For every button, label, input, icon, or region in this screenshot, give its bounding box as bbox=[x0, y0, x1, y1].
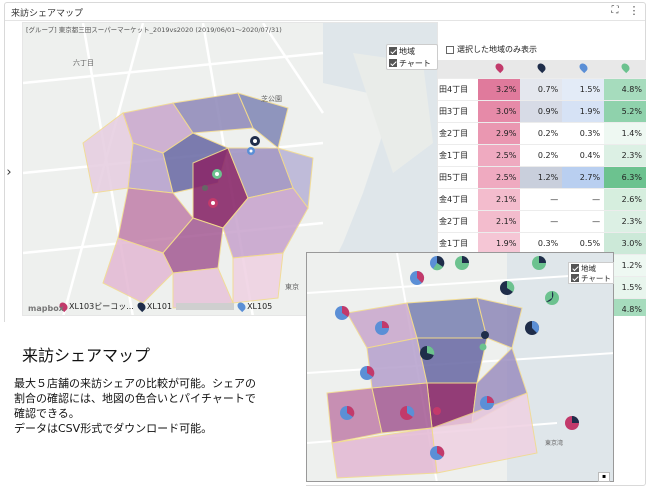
pin-icon bbox=[235, 300, 248, 312]
pin-icon bbox=[135, 300, 148, 312]
share-cell: 2.7% bbox=[562, 166, 605, 189]
share-cell: 0.2% bbox=[520, 144, 563, 167]
share-cell: 0.3% bbox=[562, 122, 605, 145]
share-cell: 0.4% bbox=[562, 144, 605, 167]
share-cell: — bbox=[562, 210, 605, 233]
checkbox-icon[interactable] bbox=[571, 274, 579, 282]
widget-header: 来訪シェアマップ ⛶ ⋮ bbox=[5, 3, 645, 21]
share-cell: 3.2% bbox=[478, 78, 521, 101]
checkbox-icon[interactable] bbox=[571, 264, 579, 272]
table-row[interactable]: 田3丁目 3.0% 0.9% 1.9% 5.2% bbox=[438, 100, 646, 123]
inset-map: 東京湾 bbox=[306, 252, 614, 482]
info-description: 最大５店舗の来訪シェアの比較が可能。シェアの 割合の確認には、地図の色合いとパイ… bbox=[14, 377, 256, 435]
table-row[interactable]: 金2丁目 2.9% 0.2% 0.3% 1.4% bbox=[438, 122, 646, 145]
area-name-cell: 田5丁目 bbox=[438, 166, 479, 189]
legend-item[interactable]: XL103ビーコッ... bbox=[57, 300, 134, 312]
inset-map-canvas: 東京湾 bbox=[307, 253, 613, 481]
column-header[interactable] bbox=[478, 60, 521, 79]
share-cell: 6.3% bbox=[604, 166, 646, 189]
table-header-row bbox=[438, 60, 646, 79]
share-cell: 2.9% bbox=[478, 122, 521, 145]
share-cell: 2.5% bbox=[478, 166, 521, 189]
table-row[interactable]: 金2丁目 2.1% — —2.3% bbox=[438, 210, 646, 233]
share-cell: 2.3% bbox=[604, 144, 646, 167]
checkbox-icon[interactable] bbox=[389, 47, 397, 55]
pin-icon bbox=[619, 62, 631, 74]
mapbox-logo: mapbox bbox=[28, 304, 64, 313]
share-cell: 0.3% bbox=[520, 232, 563, 255]
pin-icon bbox=[493, 62, 506, 74]
area-name-cell: 金1丁目 bbox=[438, 144, 479, 167]
widget-title: 来訪シェアマップ bbox=[11, 9, 84, 19]
map-label-park: 芝公園 bbox=[261, 94, 282, 103]
map-caption: [グループ] 東京都三田スーパーマーケット_2019vs2020 (2019/0… bbox=[26, 26, 282, 34]
store-legend: XL103ビーコッ... XL101 XL105 bbox=[57, 300, 320, 312]
share-cell: 0.2% bbox=[520, 122, 563, 145]
area-name-cell: 金1丁目 bbox=[438, 232, 479, 255]
table-row[interactable]: 金1丁目 2.5% 0.2% 0.4% 2.3% bbox=[438, 144, 646, 167]
share-cell: 1.9% bbox=[562, 100, 605, 123]
inset-corner-control[interactable]: ▪ bbox=[598, 472, 610, 482]
pin-icon bbox=[577, 62, 589, 74]
share-cell: 5.2% bbox=[604, 100, 646, 123]
layer-chart-toggle[interactable]: チャート bbox=[387, 57, 437, 69]
share-cell: 2.5% bbox=[478, 144, 521, 167]
legend-item[interactable]: XL105 bbox=[235, 300, 272, 312]
share-cell: 2.1% bbox=[478, 210, 521, 233]
only-selected-toggle[interactable]: 選択した地域のみ表示 bbox=[446, 44, 537, 55]
share-cell: 1.9% bbox=[478, 232, 521, 255]
area-name-cell: 金2丁目 bbox=[438, 122, 479, 145]
expand-icon[interactable]: ⛶ bbox=[609, 5, 621, 17]
inset-layer-toggle-box: 地域 チャート bbox=[568, 262, 614, 284]
area-name-cell: 田3丁目 bbox=[438, 100, 479, 123]
pin-icon bbox=[535, 62, 547, 74]
column-header[interactable] bbox=[604, 60, 646, 79]
more-menu-icon[interactable]: ⋮ bbox=[628, 4, 640, 18]
map-label-roppongi: 六丁目 bbox=[73, 58, 94, 67]
share-cell: 2.3% bbox=[604, 210, 646, 233]
legend-spacer bbox=[176, 302, 235, 310]
share-cell: — bbox=[520, 188, 563, 211]
column-header[interactable] bbox=[520, 60, 563, 79]
share-cell: 3.0% bbox=[604, 232, 646, 255]
share-cell: — bbox=[520, 210, 563, 233]
inset-layer-area[interactable]: 地域 bbox=[569, 263, 613, 273]
chevron-right-icon[interactable]: › bbox=[3, 165, 15, 181]
table-row[interactable]: 金4丁目 2.1% — —2.6% bbox=[438, 188, 646, 211]
map-label-tokyo: 東京 bbox=[285, 282, 299, 291]
area-name-cell: 金4丁目 bbox=[438, 188, 479, 211]
share-cell: 2.6% bbox=[604, 188, 646, 211]
checkbox-icon[interactable] bbox=[446, 45, 454, 54]
layer-toggle-box: 地域 チャート bbox=[386, 44, 438, 70]
checkbox-icon[interactable] bbox=[389, 59, 397, 67]
table-row[interactable]: 金1丁目 1.9% 0.3% 0.5% 3.0% bbox=[438, 232, 646, 255]
share-cell: 3.0% bbox=[478, 100, 521, 123]
table-row[interactable]: 田5丁目 2.5% 1.2% 2.7% 6.3% bbox=[438, 166, 646, 189]
table-row[interactable]: 田4丁目 3.2% 0.7% 1.5% 4.8% bbox=[438, 78, 646, 101]
share-cell: 0.9% bbox=[520, 100, 563, 123]
share-cell: 1.2% bbox=[520, 166, 563, 189]
share-cell: — bbox=[562, 188, 605, 211]
area-name-cell: 金2丁目 bbox=[438, 210, 479, 233]
column-header[interactable] bbox=[562, 60, 605, 79]
app-root: { "widget": { "title": "来訪シェアマップ", "capt… bbox=[0, 0, 650, 488]
share-cell: 1.5% bbox=[562, 78, 605, 101]
share-cell: 4.8% bbox=[604, 78, 646, 101]
share-cell: 0.5% bbox=[562, 232, 605, 255]
share-cell: 0.7% bbox=[520, 78, 563, 101]
layer-area-toggle[interactable]: 地域 bbox=[387, 45, 437, 57]
info-panel: 来訪シェアマップ 最大５店舗の来訪シェアの比較が可能。シェアの 割合の確認には、… bbox=[0, 322, 306, 488]
inset-map-label: 東京湾 bbox=[545, 439, 563, 447]
area-name-cell: 田4丁目 bbox=[438, 78, 479, 101]
share-cell: 2.1% bbox=[478, 188, 521, 211]
share-cell: 1.4% bbox=[604, 122, 646, 145]
info-title: 来訪シェアマップ bbox=[22, 346, 151, 365]
inset-layer-chart[interactable]: チャート bbox=[569, 273, 613, 283]
legend-item[interactable]: XL101 bbox=[135, 300, 172, 312]
